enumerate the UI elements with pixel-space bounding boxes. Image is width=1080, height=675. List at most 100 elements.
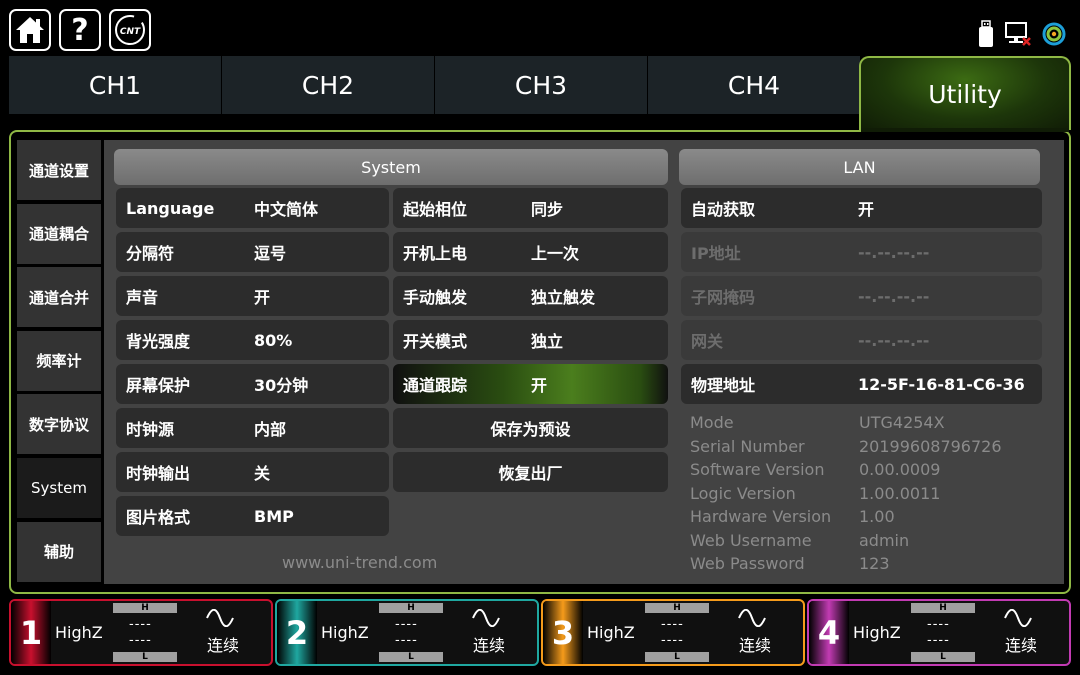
home-button[interactable]	[9, 9, 51, 51]
lan-header: LAN	[679, 149, 1040, 185]
help-icon: ?	[71, 12, 89, 48]
factory-reset-button[interactable]: 恢复出厂	[393, 452, 668, 492]
low-level-marker: L	[113, 652, 177, 662]
counter-button[interactable]: CNT	[109, 9, 151, 51]
usb-drive-icon	[979, 20, 993, 47]
channel-load: HighZ	[587, 623, 635, 642]
channel-4-status[interactable]: 4 HighZ H ---- ---- L 连续	[807, 599, 1071, 666]
sidebar: 通道设置 通道耦合 通道合并 频率计 数字协议 System 辅助	[17, 140, 101, 585]
lan-mac-address[interactable]: 物理地址 12-5F-16-81-C6-36	[681, 364, 1042, 404]
info-label: Web Password	[690, 554, 805, 573]
sidebar-item-system[interactable]: System	[17, 457, 101, 518]
setting-label: 开机上电	[403, 244, 468, 263]
low-level-marker: L	[645, 652, 709, 662]
setting-value: 上一次	[531, 244, 580, 263]
setting-value: --.--.--.--	[858, 330, 930, 350]
channel-number: 2	[277, 601, 317, 664]
sine-wave-icon	[738, 609, 766, 627]
channel-3-status[interactable]: 3 HighZ H ---- ---- L 连续	[541, 599, 805, 666]
info-label: Web Username	[690, 531, 812, 550]
setting-label: IP地址	[691, 244, 741, 263]
sidebar-item-frequency-counter[interactable]: 频率计	[17, 330, 101, 391]
help-button[interactable]: ?	[59, 9, 101, 51]
info-value: 123	[859, 554, 890, 573]
sidebar-item-channel-coupling[interactable]: 通道耦合	[17, 203, 101, 264]
setting-label: 自动获取	[691, 200, 756, 219]
sidebar-item-auxiliary[interactable]: 辅助	[17, 521, 101, 582]
info-value: admin	[859, 531, 910, 550]
sidebar-item-channel-combine[interactable]: 通道合并	[17, 267, 101, 328]
tab-utility[interactable]: Utility	[859, 56, 1071, 130]
tab-ch3[interactable]: CH3	[435, 56, 647, 114]
setting-image-format[interactable]: 图片格式 BMP	[116, 496, 389, 536]
setting-channel-tracking[interactable]: 通道跟踪 开	[393, 364, 668, 404]
level-indicator: H ---- ---- L	[113, 601, 177, 664]
low-level-marker: L	[379, 652, 443, 662]
setting-label: 图片格式	[126, 508, 191, 527]
network-disconnected-icon	[1005, 22, 1031, 46]
setting-clock-output[interactable]: 时钟输出 关	[116, 452, 389, 492]
setting-value: 30分钟	[254, 376, 309, 395]
setting-label: 时钟源	[126, 420, 175, 439]
info-value: UTG4254X	[859, 413, 945, 432]
info-label: Logic Version	[690, 484, 796, 503]
setting-switch-mode[interactable]: 开关模式 独立	[393, 320, 668, 360]
setting-label: 物理地址	[691, 376, 756, 395]
setting-language[interactable]: Language 中文简体	[116, 188, 389, 228]
sine-wave-icon	[206, 609, 234, 627]
lan-gateway: 网关 --.--.--.--	[681, 320, 1042, 360]
setting-sound[interactable]: 声音 开	[116, 276, 389, 316]
save-preset-button[interactable]: 保存为预设	[393, 408, 668, 448]
system-header: System	[114, 149, 668, 185]
lan-ip-address: IP地址 --.--.--.--	[681, 232, 1042, 272]
low-level-value: ----	[661, 633, 684, 648]
low-level-value: ----	[927, 633, 950, 648]
tab-ch2[interactable]: CH2	[222, 56, 434, 114]
setting-separator[interactable]: 分隔符 逗号	[116, 232, 389, 272]
sidebar-item-channel-settings[interactable]: 通道设置	[17, 140, 101, 200]
sidebar-item-digital-protocol[interactable]: 数字协议	[17, 394, 101, 455]
low-level-marker: L	[911, 652, 975, 662]
channel-1-status[interactable]: 1 HighZ H ---- ---- L 连续	[9, 599, 273, 666]
setting-backlight[interactable]: 背光强度 80%	[116, 320, 389, 360]
high-level-value: ----	[395, 617, 418, 632]
status-icons	[978, 20, 1066, 48]
lan-auto-obtain[interactable]: 自动获取 开	[681, 188, 1042, 228]
tab-ch4[interactable]: CH4	[648, 56, 860, 114]
info-label: Mode	[690, 413, 734, 432]
setting-label: Language	[126, 198, 215, 218]
uni-trend-logo-icon	[1042, 22, 1066, 46]
setting-power-on[interactable]: 开机上电 上一次	[393, 232, 668, 272]
info-value: 20199608796726	[859, 437, 1002, 456]
channel-mode: 连续	[739, 636, 772, 655]
low-level-value: ----	[129, 633, 152, 648]
level-indicator: H ---- ---- L	[911, 601, 975, 664]
level-indicator: H ---- ---- L	[379, 601, 443, 664]
setting-screensaver[interactable]: 屏幕保护 30分钟	[116, 364, 389, 404]
high-level-marker: H	[645, 603, 709, 613]
setting-value: 独立	[531, 332, 564, 351]
setting-value: 同步	[531, 200, 564, 219]
setting-manual-trigger[interactable]: 手动触发 独立触发	[393, 276, 668, 316]
high-level-marker: H	[379, 603, 443, 613]
setting-label: 时钟输出	[126, 464, 191, 483]
tab-ch1[interactable]: CH1	[9, 56, 221, 114]
info-value: 1.00.0011	[859, 484, 941, 503]
setting-value: 开	[531, 376, 548, 395]
high-level-value: ----	[661, 617, 684, 632]
high-level-marker: H	[911, 603, 975, 613]
level-indicator: H ---- ---- L	[645, 601, 709, 664]
website-url: www.uni-trend.com	[282, 553, 438, 572]
channel-tabs: CH1 CH2 CH3 CH4 Utility	[9, 56, 1071, 130]
setting-label: 起始相位	[403, 200, 468, 219]
channel-2-status[interactable]: 2 HighZ H ---- ---- L 连续	[275, 599, 539, 666]
channel-mode: 连续	[473, 636, 506, 655]
high-level-value: ----	[129, 617, 152, 632]
setting-clock-source[interactable]: 时钟源 内部	[116, 408, 389, 448]
setting-value: 内部	[254, 420, 287, 439]
setting-start-phase[interactable]: 起始相位 同步	[393, 188, 668, 228]
channel-mode: 连续	[1005, 636, 1038, 655]
setting-value: 关	[254, 464, 271, 483]
channel-load: HighZ	[853, 623, 901, 642]
sine-wave-icon	[472, 609, 500, 627]
